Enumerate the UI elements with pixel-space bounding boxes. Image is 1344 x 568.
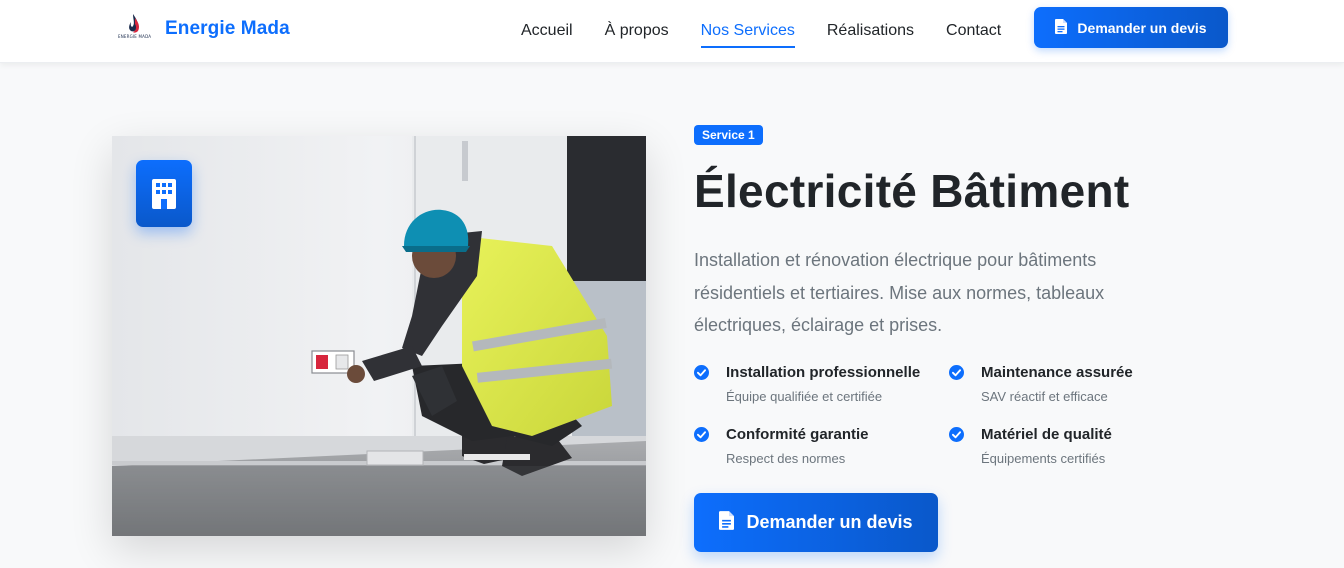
nav-link-contact[interactable]: Contact: [946, 14, 1001, 48]
file-document-icon: [719, 510, 735, 535]
check-circle-icon: [949, 365, 964, 380]
feature-subtitle: Respect des normes: [726, 451, 846, 466]
nav-links: Accueil À propos Nos Services Réalisatio…: [505, 0, 1017, 62]
logo-text: ENERGIE MADA: [118, 34, 152, 39]
nav-quote-button[interactable]: Demander un devis: [1034, 7, 1228, 48]
flame-logo-icon: [129, 14, 139, 33]
nav-link-realisations[interactable]: Réalisations: [827, 14, 914, 48]
check-circle-icon: [694, 365, 709, 380]
feature-title: Matériel de qualité: [981, 426, 1112, 443]
brand-logo: ENERGIE MADA: [114, 12, 154, 46]
electrician-photo: [112, 136, 646, 536]
service-description: Installation et rénovation électrique po…: [694, 250, 1105, 335]
feature-title: Conformité garantie: [726, 426, 869, 443]
service-quote-label: Demander un devis: [746, 512, 913, 532]
building-icon: [136, 160, 192, 227]
feature-title: Maintenance assurée: [981, 364, 1133, 381]
nav-link-a-propos[interactable]: À propos: [605, 14, 669, 48]
nav-link-nos-services[interactable]: Nos Services: [700, 14, 796, 48]
check-circle-icon: [694, 427, 709, 442]
brand[interactable]: ENERGIE MADA Energie Mada: [114, 12, 290, 46]
service-quote-button[interactable]: Demander un devis: [694, 493, 938, 552]
feature-subtitle: SAV réactif et efficace: [981, 389, 1108, 404]
service-badge: Service 1: [694, 125, 763, 145]
brand-name: Energie Mada: [165, 18, 290, 39]
navbar: ENERGIE MADA Energie Mada Accueil À prop…: [0, 0, 1344, 63]
service-title: Électricité Bâtiment: [694, 165, 1130, 217]
file-document-icon: [1055, 18, 1068, 37]
feature-subtitle: Équipements certifiés: [981, 451, 1106, 466]
feature-subtitle: Équipe qualifiée et certifiée: [726, 389, 883, 404]
feature-title: Installation professionnelle: [726, 364, 921, 381]
nav-link-accueil[interactable]: Accueil: [521, 14, 573, 48]
check-circle-icon: [949, 427, 964, 442]
nav-quote-label: Demander un devis: [1077, 19, 1207, 36]
service-photo: [112, 136, 646, 536]
